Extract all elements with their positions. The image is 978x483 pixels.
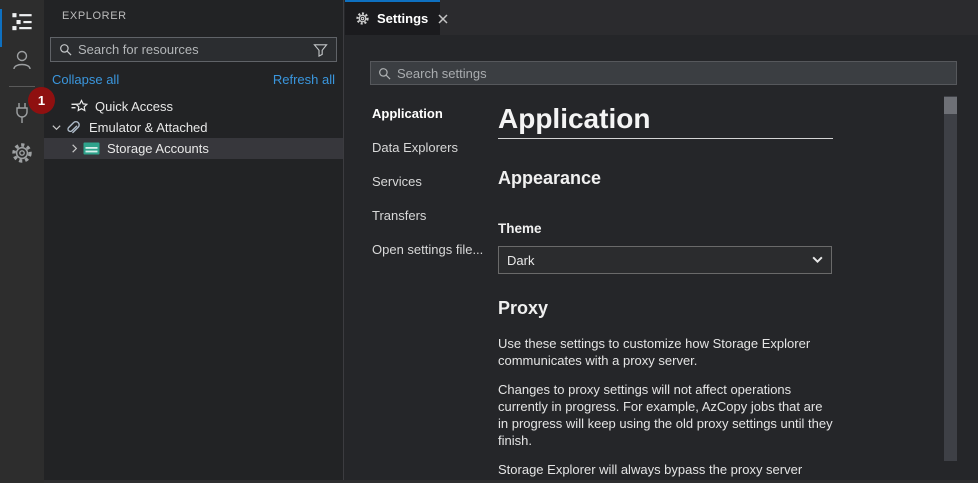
- chevron-down-icon[interactable]: [48, 122, 64, 133]
- settings-nav-services[interactable]: Services: [372, 174, 498, 189]
- resource-tree: Quick Access Emulator & Attached: [44, 96, 343, 159]
- settings-view-button[interactable]: [0, 133, 44, 173]
- proxy-paragraph-1: Use these settings to customize how Stor…: [498, 335, 836, 369]
- proxy-heading: Proxy: [498, 298, 836, 319]
- sidebar-title: EXPLORER: [44, 0, 343, 22]
- tree-row-quick-access[interactable]: Quick Access: [44, 96, 343, 117]
- tree-row-label: Storage Accounts: [107, 141, 209, 156]
- theme-select-wrap: Dark: [498, 246, 832, 274]
- settings-content: Application Appearance Theme Dark Proxy …: [498, 97, 836, 483]
- theme-label: Theme: [498, 221, 836, 236]
- settings-search-box[interactable]: [370, 61, 957, 85]
- settings-body: Application Data Explorers Services Tran…: [372, 97, 978, 483]
- gear-icon: [355, 11, 370, 26]
- settings-scrollbar-thumb[interactable]: [944, 97, 957, 114]
- close-icon[interactable]: [438, 14, 448, 24]
- tab-settings[interactable]: Settings: [345, 0, 440, 35]
- editor-area: Settings Application Data Explorers S: [345, 0, 978, 480]
- active-view-indicator: [0, 9, 2, 47]
- theme-select[interactable]: Dark: [498, 246, 832, 274]
- activity-bar: [0, 0, 44, 483]
- connect-notification-badge: 1: [28, 87, 55, 114]
- explorer-sidebar: EXPLORER Collapse all Refresh all: [44, 0, 344, 480]
- resource-search-input[interactable]: [78, 42, 313, 57]
- tree-row-storage-accounts[interactable]: Storage Accounts: [44, 138, 343, 159]
- person-icon: [10, 48, 34, 72]
- explorer-list-icon: [11, 9, 33, 31]
- search-icon: [378, 67, 391, 80]
- settings-scrollbar-track[interactable]: [944, 96, 957, 461]
- activity-bar-divider: [9, 86, 35, 87]
- quick-access-icon: [70, 99, 88, 115]
- tab-label: Settings: [377, 11, 428, 26]
- tree-row-label: Quick Access: [95, 99, 173, 114]
- storage-accounts-icon: [82, 142, 100, 155]
- settings-nav-transfers[interactable]: Transfers: [372, 208, 498, 223]
- collapse-all-link[interactable]: Collapse all: [52, 72, 119, 87]
- settings-search-input[interactable]: [397, 66, 949, 81]
- chevron-right-icon[interactable]: [66, 143, 82, 154]
- filter-funnel-icon[interactable]: [313, 43, 328, 57]
- proxy-paragraph-2: Changes to proxy settings will not affec…: [498, 381, 836, 449]
- settings-nav-application[interactable]: Application: [372, 106, 498, 121]
- resource-search-box[interactable]: [50, 37, 337, 62]
- explorer-view-button[interactable]: [0, 0, 44, 40]
- tab-bar: Settings: [345, 0, 978, 35]
- storage-explorer-window: 1 EXPLORER Collapse all Refresh all: [0, 0, 978, 483]
- settings-nav: Application Data Explorers Services Tran…: [372, 97, 498, 483]
- open-settings-file-link[interactable]: Open settings file...: [372, 242, 498, 257]
- appearance-heading: Appearance: [498, 168, 836, 189]
- gear-icon: [10, 141, 34, 165]
- tree-row-emulator-attached[interactable]: Emulator & Attached: [44, 117, 343, 138]
- search-icon: [59, 43, 72, 56]
- page-title: Application: [498, 97, 833, 139]
- account-view-button[interactable]: [0, 40, 44, 80]
- refresh-all-link[interactable]: Refresh all: [273, 72, 335, 87]
- tree-actions: Collapse all Refresh all: [52, 72, 335, 87]
- tree-row-label: Emulator & Attached: [89, 120, 208, 135]
- settings-nav-data-explorers[interactable]: Data Explorers: [372, 140, 498, 155]
- paperclip-icon: [64, 120, 82, 136]
